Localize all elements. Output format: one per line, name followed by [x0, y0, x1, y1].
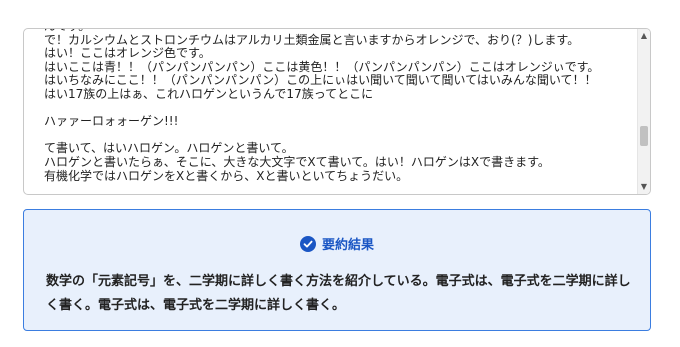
check-circle-icon: [299, 235, 316, 252]
chevron-down-icon[interactable]: ▼: [638, 180, 650, 194]
summary-title: 要約結果: [321, 238, 374, 253]
transcript-text[interactable]: んです。 で！カルシウムとストロンチウムはアルカリ土類金属と言いますからオレンジ…: [44, 29, 634, 183]
chevron-up-icon[interactable]: ▲: [638, 29, 650, 43]
summary-card: 要約結果 数学の「元素記号」を、二学期に詳しく書く方法を紹介している。電子式は、…: [23, 209, 651, 331]
scrollbar-thumb[interactable]: [640, 126, 648, 146]
transcript-scrollbar[interactable]: ▲ ▼: [637, 29, 650, 194]
transcript-textarea[interactable]: んです。 で！カルシウムとストロンチウムはアルカリ土類金属と言いますからオレンジ…: [23, 28, 651, 195]
summary-header: 要約結果: [24, 234, 650, 253]
summary-body: 数学の「元素記号」を、二学期に詳しく書く方法を紹介している。電子式は、電子式を二…: [46, 274, 631, 313]
